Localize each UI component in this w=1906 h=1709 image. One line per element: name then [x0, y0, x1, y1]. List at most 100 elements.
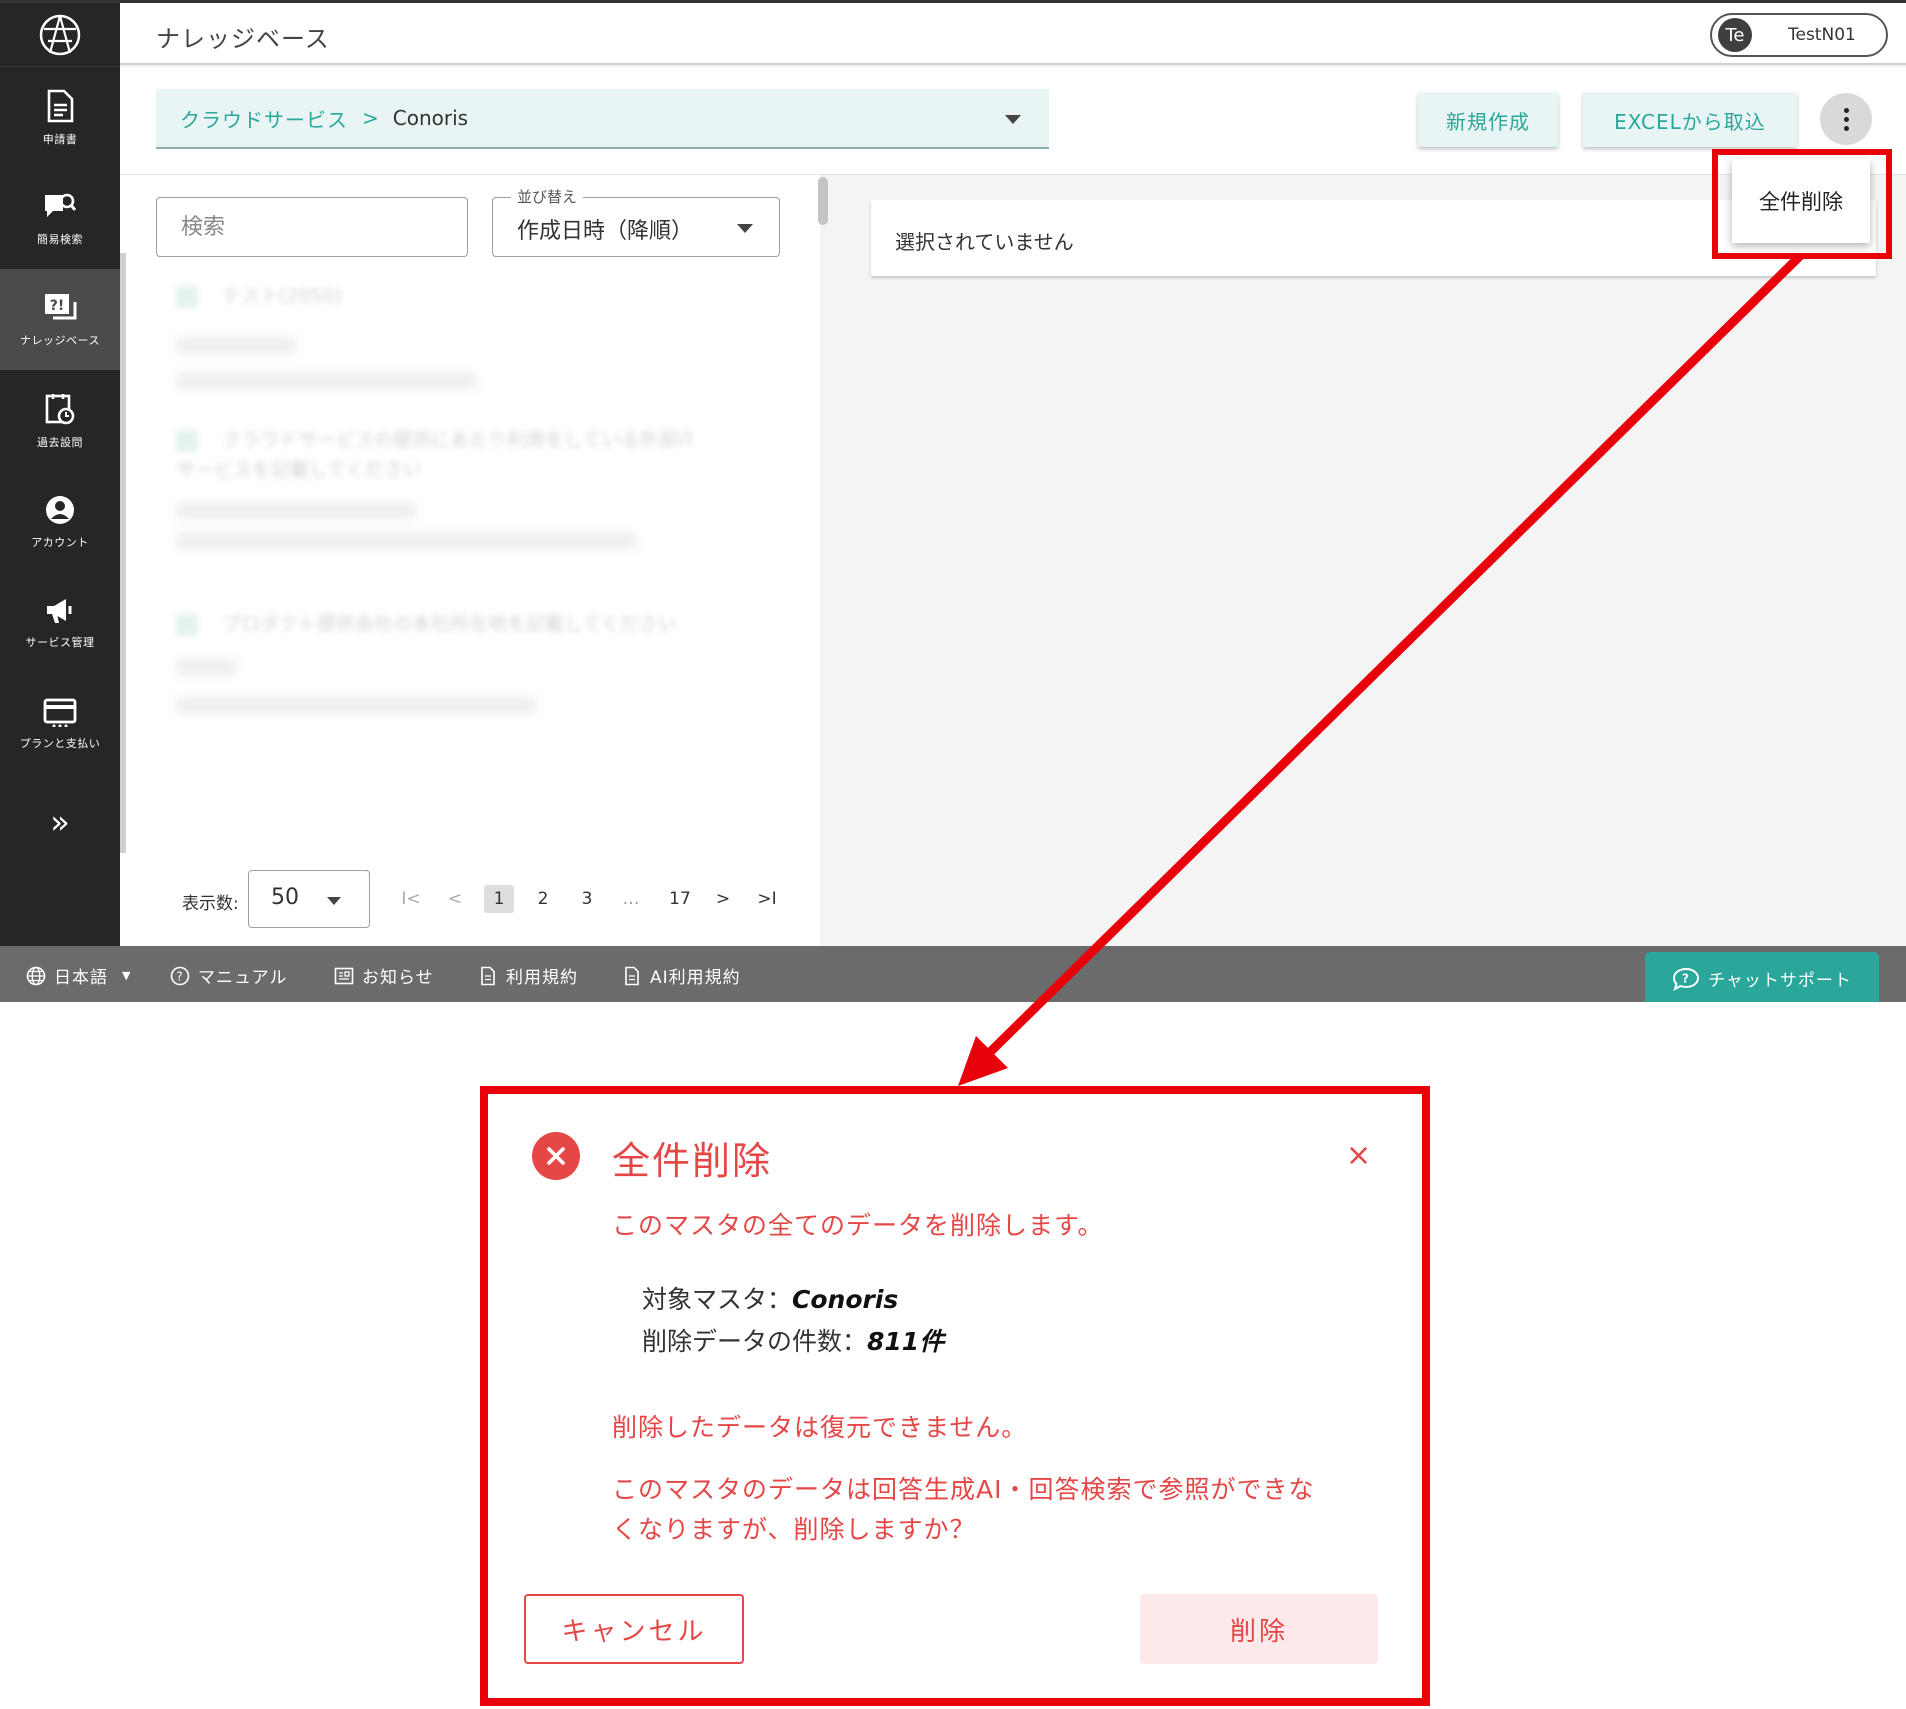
breadcrumb[interactable]: クラウドサービス > Conoris	[156, 89, 1049, 149]
sidebar-item-plans-payment[interactable]: プランと支払い	[0, 673, 120, 774]
help-circle-icon: ?	[170, 966, 190, 986]
sidebar-item-past-questions[interactable]: 過去設問	[0, 370, 120, 471]
chat-help-icon: ?	[1672, 967, 1700, 991]
document-icon	[478, 966, 498, 986]
logo-icon	[39, 14, 81, 55]
language-label: 日本語	[54, 968, 108, 988]
caret-down-icon	[737, 224, 753, 233]
avatar: Te	[1718, 18, 1752, 52]
page-ellipsis: …	[622, 889, 640, 909]
per-page-select[interactable]: 50	[248, 870, 370, 928]
top-header: ナレッジベース Te TestN01	[120, 3, 1906, 65]
annotation-highlight-box	[1712, 149, 1892, 259]
dialog-target-master: 対象マスタ：Conoris	[642, 1280, 898, 1316]
language-select[interactable]: 日本語 ▼	[26, 963, 131, 988]
footer-bar: 日本語 ▼ ? マニュアル お知らせ 利用規約 AI利用規約 ? チャットサポー…	[0, 946, 1906, 1002]
breadcrumb-current: Conoris	[392, 106, 469, 130]
history-icon	[45, 393, 75, 424]
sidebar: 申請書 簡易検索 ?! ナレッジベース 過去設問 アカウント サービス管理 プラ…	[0, 3, 120, 946]
sidebar-expand-button[interactable]: »	[0, 774, 120, 870]
per-page-value: 50	[271, 885, 299, 910]
list-item-answer	[176, 503, 416, 519]
ai-terms-label: AI利用規約	[650, 968, 741, 988]
sidebar-item-knowledge-base[interactable]: ?! ナレッジベース	[0, 269, 120, 370]
knowledge-list-panel: 並び替え 作成日時（降順） テスト(2050) クラウドサービスの提供にあたり利…	[120, 175, 820, 946]
megaphone-icon	[47, 598, 72, 623]
terms-label: 利用規約	[506, 968, 578, 988]
sidebar-item-label: サービス管理	[25, 635, 95, 649]
dialog-confirmation: このマスタのデータは回答生成AI・回答検索で参照ができなくなりますが、削除します…	[612, 1475, 1315, 1544]
user-name: TestN01	[1788, 25, 1856, 45]
list-item-answer	[176, 659, 236, 675]
toolbar: クラウドサービス > Conoris 新規作成 EXCELから取込	[120, 67, 1906, 175]
sidebar-item-label: ナレッジベース	[20, 333, 100, 347]
sidebar-item-application[interactable]: 申請書	[0, 67, 120, 168]
next-page-icon[interactable]: >	[708, 885, 738, 913]
count-value: 811件	[867, 1327, 945, 1356]
list-item[interactable]: プロダクト提供会社の本社所在地を記載してください	[176, 609, 677, 636]
news-link[interactable]: お知らせ	[334, 963, 434, 988]
page-title: ナレッジベース	[156, 25, 330, 53]
breadcrumb-separator-icon: >	[362, 106, 379, 130]
sidebar-item-label: 簡易検索	[37, 232, 83, 246]
list-item[interactable]: テスト(2050)	[176, 281, 342, 308]
search-input[interactable]	[157, 198, 467, 256]
list-item[interactable]: クラウドサービスの提供にあたり利用をしている外部IT サービスを記載してください	[176, 425, 716, 485]
sidebar-item-account[interactable]: アカウント	[0, 471, 120, 572]
manual-link[interactable]: ? マニュアル	[170, 963, 288, 988]
list-item-answer	[176, 533, 636, 549]
sort-label: 並び替え	[511, 186, 584, 207]
last-page-icon[interactable]: >I	[752, 885, 782, 913]
caret-down-icon	[327, 897, 341, 905]
kebab-dot	[1843, 116, 1849, 122]
page-button-3[interactable]: 3	[572, 885, 602, 913]
dialog-message: このマスタの全てのデータを削除します。	[612, 1211, 1104, 1240]
sidebar-scrollbar[interactable]	[120, 253, 126, 853]
target-label: 対象マスタ：	[642, 1285, 793, 1314]
knowledge-list[interactable]: テスト(2050) クラウドサービスの提供にあたり利用をしている外部IT サービ…	[120, 265, 820, 855]
sidebar-item-label: 過去設問	[37, 435, 83, 449]
news-icon	[334, 966, 354, 986]
globe-icon	[26, 966, 46, 986]
dialog-delete-count: 削除データの件数：811件	[642, 1322, 944, 1358]
prev-page-icon[interactable]: <	[440, 885, 470, 913]
list-scrollbar[interactable]	[818, 177, 828, 225]
app-logo[interactable]	[0, 3, 120, 67]
page-button-2[interactable]: 2	[528, 885, 558, 913]
close-icon[interactable]: ×	[1346, 1138, 1371, 1173]
empty-selection-text: 選択されていません	[895, 230, 1074, 254]
new-create-button[interactable]: 新規作成	[1418, 93, 1558, 147]
app-window: 申請書 簡易検索 ?! ナレッジベース 過去設問 アカウント サービス管理 プラ…	[0, 0, 1906, 1002]
count-label: 削除データの件数：	[642, 1327, 868, 1356]
search-field[interactable]	[156, 197, 468, 257]
sidebar-item-label: プランと支払い	[19, 736, 101, 750]
ai-terms-link[interactable]: AI利用規約	[622, 963, 741, 988]
svg-text:?: ?	[1682, 971, 1690, 985]
first-page-icon[interactable]: I<	[396, 885, 426, 913]
user-menu-button[interactable]: Te TestN01	[1710, 13, 1888, 57]
cancel-button[interactable]: キャンセル	[524, 1594, 744, 1664]
sidebar-item-service-management[interactable]: サービス管理	[0, 572, 120, 673]
dialog-title: 全件削除	[612, 1139, 773, 1183]
kebab-dot	[1843, 125, 1849, 131]
caret-down-icon[interactable]	[1005, 115, 1021, 124]
kebab-dot	[1843, 107, 1849, 113]
page-button-1[interactable]: 1	[484, 885, 514, 913]
more-options-button[interactable]	[1820, 93, 1872, 145]
chat-support-button[interactable]: ? チャットサポート	[1645, 952, 1879, 1002]
delete-button[interactable]: 削除	[1140, 1594, 1378, 1664]
annotation-dialog-frame: 全件削除 × このマスタの全てのデータを削除します。 対象マスタ：Conoris…	[480, 1086, 1430, 1706]
sidebar-item-label: アカウント	[31, 535, 89, 549]
knowledge-icon: ?!	[45, 293, 77, 319]
sidebar-item-simple-search[interactable]: 簡易検索	[0, 168, 120, 269]
sort-select[interactable]: 並び替え 作成日時（降順）	[492, 186, 780, 257]
credit-card-icon	[43, 698, 77, 727]
terms-link[interactable]: 利用規約	[478, 963, 578, 988]
import-excel-button[interactable]: EXCELから取込	[1583, 93, 1797, 147]
delete-all-dialog: 全件削除 × このマスタの全てのデータを削除します。 対象マスタ：Conoris…	[488, 1094, 1422, 1698]
double-chevron-right-icon: »	[50, 803, 70, 841]
target-value: Conoris	[792, 1285, 899, 1314]
breadcrumb-parent[interactable]: クラウドサービス	[180, 104, 348, 133]
chat-search-icon	[45, 193, 77, 217]
page-button-17[interactable]: 17	[660, 885, 700, 913]
